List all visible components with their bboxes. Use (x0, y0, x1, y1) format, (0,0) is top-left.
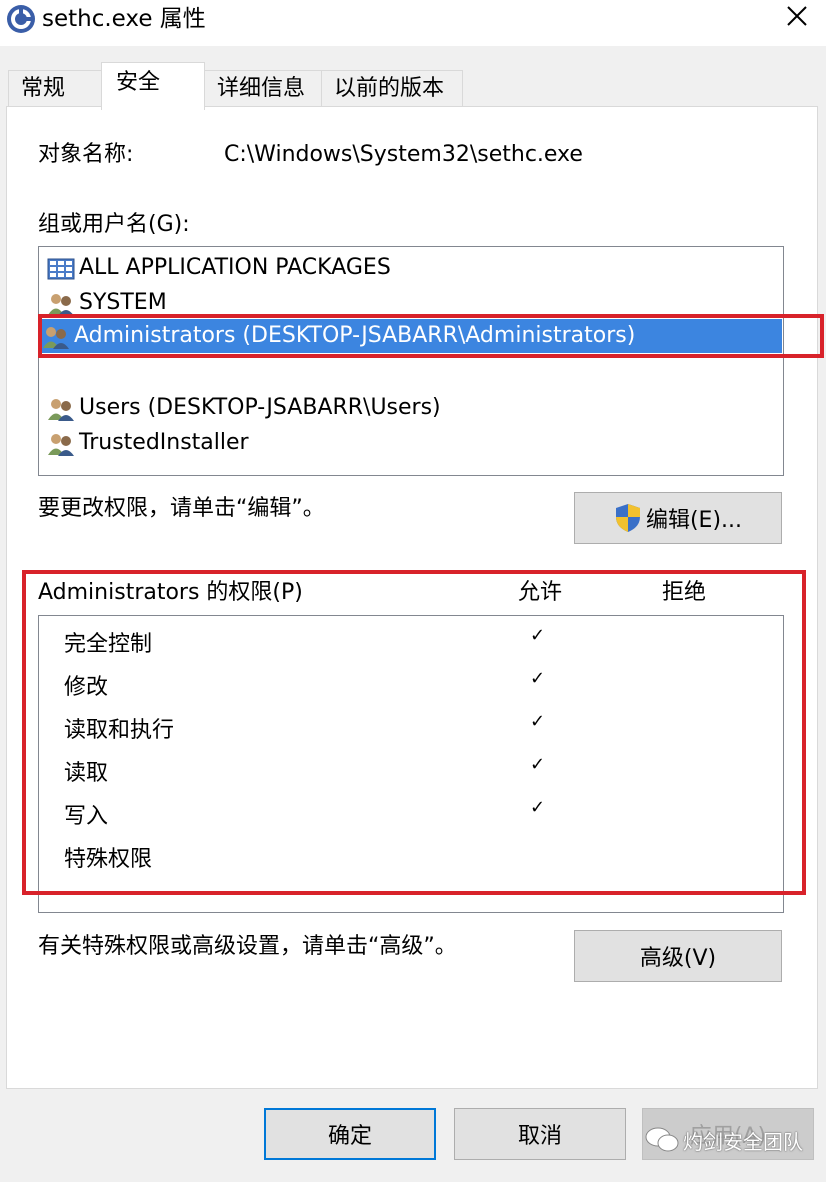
close-button[interactable] (772, 0, 822, 36)
object-name-value: C:\Windows\System32\sethc.exe (224, 142, 583, 167)
packages-icon (47, 257, 75, 281)
wechat-icon (645, 1126, 679, 1154)
watermark: 灼剑安全团队 (645, 1120, 815, 1160)
highlight-permissions (22, 570, 806, 895)
app-icon (6, 4, 36, 34)
advanced-hint: 有关特殊权限或高级设置，请单击“高级”。 (38, 934, 457, 959)
list-item-label: TrustedInstaller (79, 430, 249, 455)
list-item-label: ALL APPLICATION PACKAGES (79, 255, 391, 280)
advanced-button[interactable]: 高级(V) (574, 930, 782, 982)
cancel-button[interactable]: 取消 (454, 1108, 626, 1160)
list-item[interactable]: TrustedInstaller (45, 426, 779, 460)
ok-button[interactable]: 确定 (264, 1108, 436, 1160)
groups-label: 组或用户名(G): (38, 212, 190, 237)
highlight-selected-user (38, 314, 824, 358)
users-icon (47, 432, 75, 456)
list-item-label: Users (DESKTOP-JSABARR\Users) (79, 395, 441, 420)
users-icon (47, 397, 75, 421)
title-bar: sethc.exe 属性 (0, 0, 826, 46)
edit-button[interactable]: 编辑(E)... (574, 492, 782, 544)
edit-hint: 要更改权限，请单击“编辑”。 (38, 496, 325, 521)
watermark-text: 灼剑安全团队 (683, 1129, 803, 1154)
tab-previous-versions[interactable]: 以前的版本 (321, 70, 463, 108)
groups-listbox[interactable]: ALL APPLICATION PACKAGES SYSTEM Users (D… (38, 246, 784, 476)
tab-security[interactable]: 安全 (101, 62, 205, 110)
tab-general[interactable]: 常规 (8, 70, 102, 108)
list-item[interactable]: ALL APPLICATION PACKAGES (45, 251, 779, 285)
window-title: sethc.exe 属性 (42, 6, 206, 32)
list-item-label: SYSTEM (79, 290, 167, 315)
close-icon (786, 5, 808, 31)
users-icon (47, 292, 75, 316)
edit-button-label: 编辑(E)... (645, 508, 743, 533)
object-name-label: 对象名称: (38, 142, 134, 167)
uac-shield-icon (614, 503, 642, 533)
tab-details[interactable]: 详细信息 (204, 70, 322, 108)
list-item[interactable]: Users (DESKTOP-JSABARR\Users) (45, 391, 779, 425)
